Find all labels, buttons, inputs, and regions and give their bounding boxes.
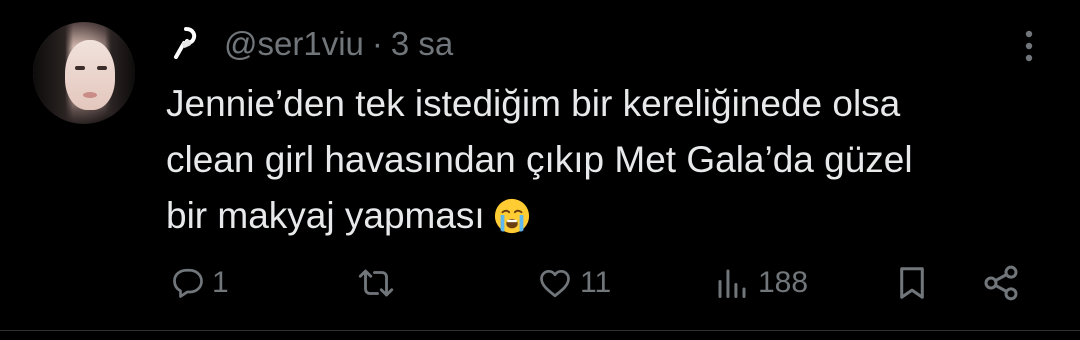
avatar[interactable]	[33, 22, 135, 124]
reply-count: 1	[212, 266, 229, 299]
views-chart-icon	[718, 269, 746, 298]
reply-icon	[173, 268, 203, 298]
reply-button[interactable]: 1	[170, 258, 229, 308]
tweet-text-line-2: clean girl havasından çıkıp Met Gala’da …	[166, 139, 913, 180]
views-button[interactable]: 188	[712, 258, 808, 308]
avatar-eye-right	[97, 66, 107, 70]
header-separator: ·	[371, 25, 383, 62]
like-count: 11	[580, 266, 612, 299]
share-button[interactable]	[980, 258, 1022, 308]
heart-icon	[540, 269, 570, 298]
views-count: 188	[758, 266, 809, 299]
tweet-text-line-3: bir makyaj yapması	[166, 188, 1046, 244]
share-icon	[984, 265, 1018, 301]
tweet-text-line-1: Jennie’den tek istediğim bir kereliğined…	[166, 83, 901, 124]
user-handle[interactable]: @ser1viu	[224, 25, 364, 63]
tweet-actions: 1 11 188	[0, 258, 1080, 308]
tweet-timestamp[interactable]: 3 sa	[391, 25, 453, 63]
loudly-crying-face-icon	[494, 198, 529, 234]
retweet-icon	[358, 269, 394, 297]
bookmark-icon	[900, 267, 924, 299]
tweet-text-line-3-content: bir makyaj yapması	[166, 195, 485, 236]
retweet-button[interactable]	[356, 258, 402, 308]
more-options-icon[interactable]	[1014, 28, 1044, 64]
avatar-face	[65, 40, 115, 110]
like-button[interactable]: 11	[536, 258, 611, 308]
avatar-eye-left	[75, 66, 85, 70]
tweet[interactable]: @ser1viu · 3 sa Jennie’den tek istediğim…	[0, 0, 1080, 340]
tweet-text: Jennie’den tek istediğim bir kereliğined…	[166, 76, 1046, 244]
tweet-header: @ser1viu · 3 sa	[166, 22, 453, 66]
tweet-divider	[0, 330, 1080, 331]
name-emoji-icon	[174, 27, 197, 59]
bookmark-button[interactable]	[893, 258, 931, 308]
avatar-mouth	[83, 92, 97, 98]
